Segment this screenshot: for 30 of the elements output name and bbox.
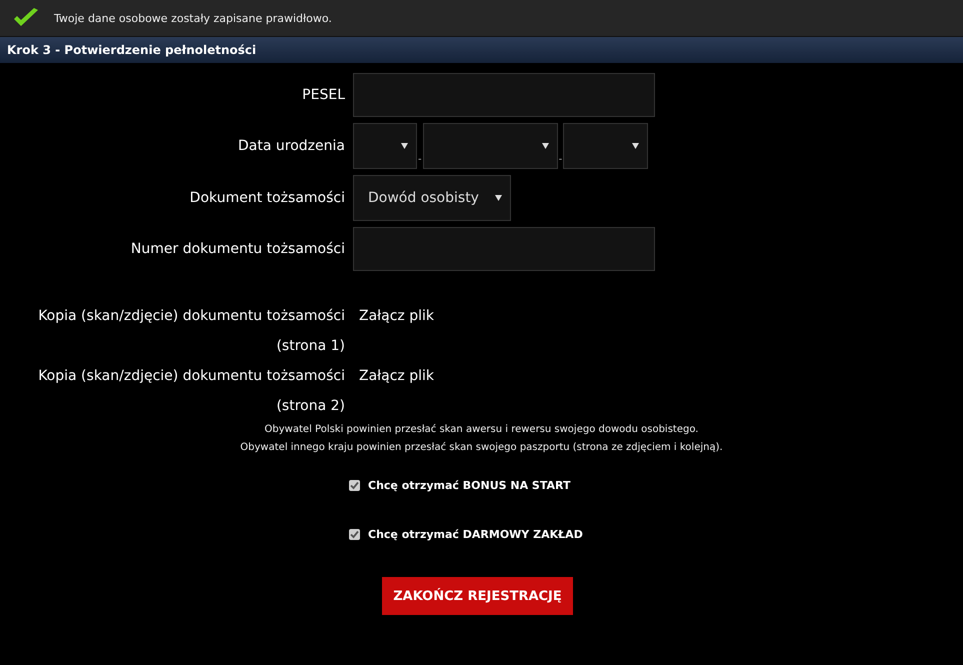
field-label: Numer dokumentu tożsamości: [130, 241, 345, 257]
field-label: Data urodzenia: [237, 138, 345, 154]
checkbox-label: Chcę otrzymać BONUS NA START: [368, 479, 571, 492]
field-label: PESEL: [301, 87, 345, 103]
section-title: Krok 3 - Potwierdzenie pełnoletności: [7, 43, 256, 57]
date-separator: -: [418, 154, 422, 165]
text-field[interactable]: [353, 73, 655, 117]
caret-icon: [401, 143, 408, 149]
caret-icon: [495, 195, 502, 201]
date-separator: -: [558, 154, 562, 165]
upload-label: Kopia (skan/zdjęcie) dokumentu tożsamości (strona 1): [37, 307, 345, 356]
day-select[interactable]: [353, 123, 417, 169]
document-select[interactable]: Dowód osobisty: [353, 175, 511, 221]
month-select[interactable]: [422, 123, 558, 169]
field-label: Dokument tożsamości: [188, 190, 345, 206]
year-select[interactable]: [563, 123, 648, 169]
caret-icon: [542, 143, 549, 149]
checkbox[interactable]: [349, 529, 360, 540]
checkmark-icon: [12, 7, 40, 29]
upload-label: Kopia (skan/zdjęcie) dokumentu tożsamości (strona 2): [37, 367, 345, 416]
checkbox-label: Chcę otrzymać DARMOWY ZAKŁAD: [368, 528, 583, 541]
caret-icon: [632, 143, 640, 149]
notice-text: Twoje dane osobowe zostały zapisane prawidłowo.: [54, 12, 332, 24]
info-note: Obywatel innego kraju powinien przesłać skan swojego paszportu (strona ze zdjęciem i kolejną).: [240, 441, 723, 455]
finish-registration-button[interactable]: ZAKOŃCZ REJESTRACJĘ: [382, 577, 573, 615]
text-field[interactable]: [353, 227, 655, 271]
info-note: Obywatel Polski powinien przesłać skan awersu i rewersu swojego dowodu osobistego.: [264, 423, 698, 437]
attach-file-link[interactable]: Załącz plik: [359, 361, 963, 391]
checkbox[interactable]: [349, 480, 360, 491]
attach-file-link[interactable]: Załącz plik: [359, 301, 963, 331]
